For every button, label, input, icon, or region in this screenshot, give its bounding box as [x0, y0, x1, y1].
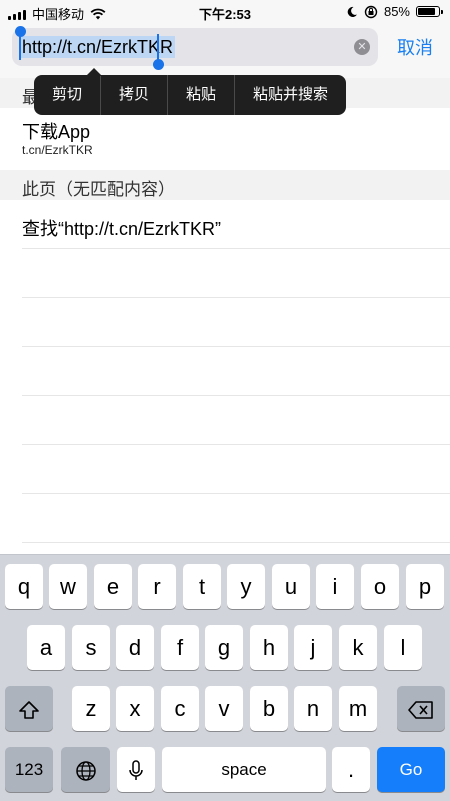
divider	[22, 395, 450, 396]
battery-percent: 85%	[383, 4, 410, 19]
moon-icon	[347, 6, 357, 17]
key-s[interactable]: s	[72, 625, 110, 670]
search-header: http://t.cn/EzrkTKR ✕ 取消	[0, 24, 450, 79]
globe-icon	[75, 761, 96, 781]
key-p[interactable]: p	[406, 564, 444, 609]
divider	[22, 248, 450, 249]
divider	[22, 542, 450, 543]
rotation-lock-icon	[364, 5, 378, 18]
edit-context-menu: 剪切 拷贝 粘贴 粘贴并搜索	[34, 68, 347, 115]
key-z[interactable]: z	[72, 686, 110, 731]
selection-end-handle[interactable]	[152, 34, 164, 70]
status-bar: 中国移动 下午2:53 85%	[0, 0, 450, 24]
find-on-page-item[interactable]: 查找“http://t.cn/EzrkTKR”	[22, 215, 221, 241]
key-x[interactable]: x	[116, 686, 154, 731]
url-text-selected[interactable]: http://t.cn/EzrkTKR	[20, 36, 176, 58]
menu-pointer	[86, 68, 102, 76]
key-q[interactable]: q	[5, 564, 43, 609]
battery-fill	[418, 8, 435, 15]
dictation-key[interactable]	[117, 747, 155, 792]
key-e[interactable]: e	[94, 564, 132, 609]
result-title[interactable]: 下载App	[22, 118, 90, 144]
key-d[interactable]: d	[116, 625, 154, 670]
divider	[22, 297, 450, 298]
numbers-key[interactable]: 123	[5, 747, 53, 792]
key-w[interactable]: w	[49, 564, 87, 609]
keyboard: q w e r t y u i o p a s d f g h j k l z …	[0, 554, 450, 801]
status-right: 85%	[346, 4, 443, 19]
period-key[interactable]: .	[332, 747, 370, 792]
key-m[interactable]: m	[339, 686, 377, 731]
menu-item-cut[interactable]: 剪切	[34, 75, 102, 115]
key-h[interactable]: h	[250, 625, 288, 670]
key-b[interactable]: b	[250, 686, 288, 731]
on-page-section-header: 此页（无匹配内容）	[0, 170, 450, 200]
on-page-section-title: 此页（无匹配内容）	[22, 180, 175, 199]
key-c[interactable]: c	[161, 686, 199, 731]
go-key[interactable]: Go	[377, 747, 445, 792]
address-field[interactable]: http://t.cn/EzrkTKR ✕	[12, 26, 378, 70]
key-y[interactable]: y	[227, 564, 265, 609]
key-a[interactable]: a	[27, 625, 65, 670]
battery-icon	[416, 6, 443, 17]
clear-text-icon[interactable]: ✕	[354, 39, 370, 55]
key-v[interactable]: v	[205, 686, 243, 731]
key-j[interactable]: j	[294, 625, 332, 670]
shift-key[interactable]	[5, 686, 53, 731]
divider	[22, 444, 450, 445]
menu-item-paste[interactable]: 粘贴	[168, 75, 236, 115]
key-o[interactable]: o	[361, 564, 399, 609]
key-f[interactable]: f	[161, 625, 199, 670]
microphone-icon	[129, 760, 143, 781]
shift-icon	[19, 701, 39, 719]
selection-start-handle[interactable]	[14, 26, 26, 60]
divider	[22, 346, 450, 347]
key-u[interactable]: u	[272, 564, 310, 609]
key-t[interactable]: t	[183, 564, 221, 609]
space-key[interactable]: space	[162, 747, 326, 792]
key-g[interactable]: g	[205, 625, 243, 670]
key-r[interactable]: r	[138, 564, 176, 609]
menu-item-copy[interactable]: 拷贝	[101, 75, 169, 115]
divider	[22, 493, 450, 494]
cancel-button[interactable]: 取消	[397, 34, 433, 60]
globe-key[interactable]	[61, 747, 110, 792]
menu-item-paste-and-search[interactable]: 粘贴并搜索	[235, 75, 346, 115]
key-n[interactable]: n	[294, 686, 332, 731]
key-l[interactable]: l	[384, 625, 422, 670]
key-i[interactable]: i	[316, 564, 354, 609]
key-k[interactable]: k	[339, 625, 377, 670]
backspace-key[interactable]	[397, 686, 445, 731]
backspace-icon	[408, 701, 433, 719]
result-url: t.cn/EzrkTKR	[22, 143, 93, 157]
